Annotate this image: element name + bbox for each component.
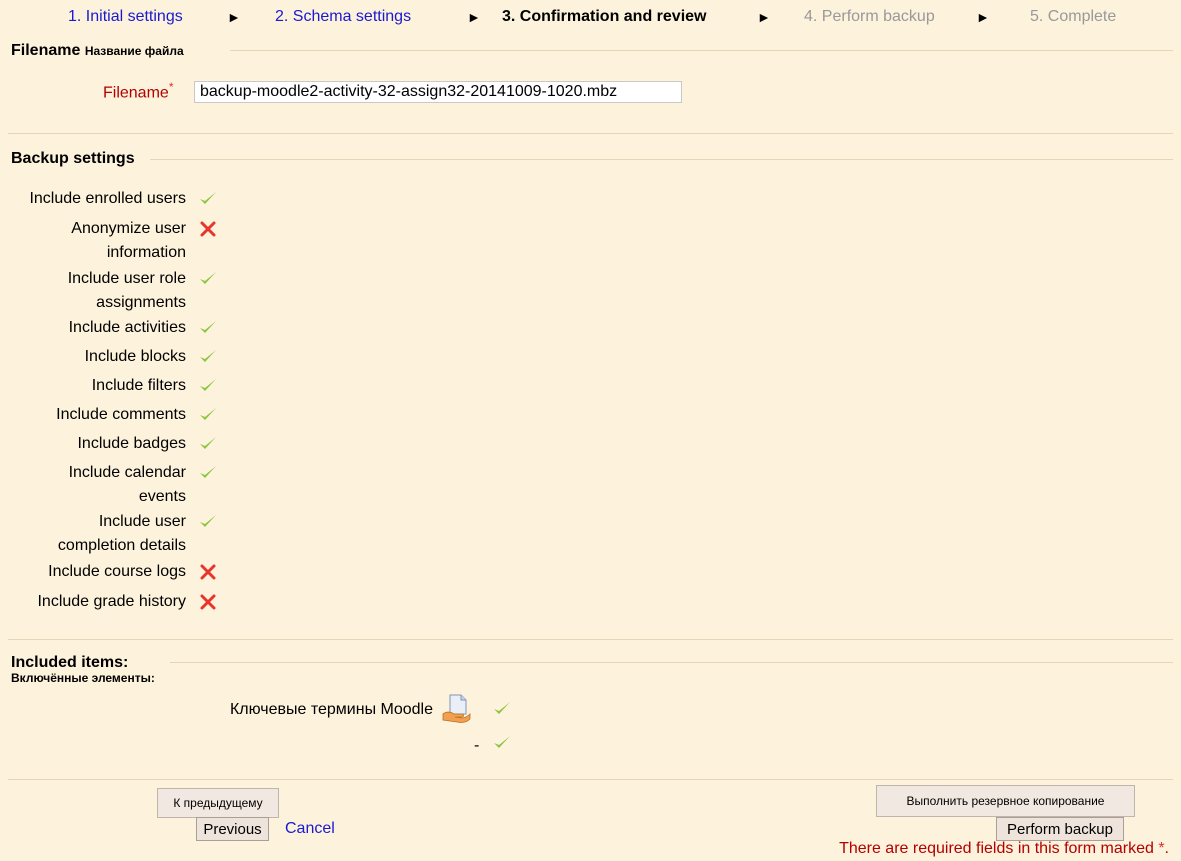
check-icon bbox=[200, 408, 216, 420]
backup-settings-legend: Backup settings bbox=[11, 150, 135, 167]
backup-setting-label-line: Include user bbox=[98, 513, 186, 530]
previous-button[interactable]: Previous bbox=[196, 817, 269, 841]
perform-backup-ru-button[interactable]: Выполнить резервное копирование bbox=[876, 785, 1135, 817]
backup-setting-label: Include activities bbox=[0, 316, 186, 340]
included-items-legend: Included items: bbox=[11, 654, 129, 671]
cross-icon bbox=[200, 594, 216, 610]
check-icon bbox=[494, 702, 510, 714]
backup-setting-label-line: Include badges bbox=[77, 435, 186, 452]
required-marker: * bbox=[168, 80, 174, 94]
filename-legend: Filename Название файла bbox=[11, 42, 184, 59]
filename-legend-sub: Название файла bbox=[84, 44, 184, 58]
backup-setting-label: Include badges bbox=[0, 432, 186, 456]
step-separator-arrow: ► bbox=[757, 9, 771, 25]
backup-setting-label-line: Include activities bbox=[68, 319, 186, 336]
backup-setting-label: Anonymize user information bbox=[0, 217, 186, 265]
check-icon bbox=[200, 192, 216, 204]
step-perform-backup: 4. Perform backup bbox=[804, 8, 935, 25]
backup-setting-label: Include grade history bbox=[0, 590, 186, 614]
divider bbox=[8, 133, 1173, 134]
backup-setting-label-line: Include filters bbox=[91, 377, 186, 394]
backup-setting-label-line: Include user role bbox=[67, 270, 186, 287]
backup-setting-label-line: information bbox=[106, 244, 186, 261]
document-hand-icon bbox=[442, 694, 471, 723]
divider bbox=[170, 662, 1173, 663]
check-icon bbox=[494, 736, 510, 748]
backup-setting-label-line: completion details bbox=[57, 537, 186, 554]
backup-setting-label: Include enrolled users bbox=[0, 187, 186, 211]
check-icon bbox=[200, 437, 216, 449]
step-separator-arrow: ► bbox=[467, 9, 481, 25]
backup-setting-label-line: Include enrolled users bbox=[29, 190, 186, 207]
check-icon bbox=[200, 272, 216, 284]
step-separator-arrow: ► bbox=[976, 9, 990, 25]
check-icon bbox=[200, 321, 216, 333]
cross-icon bbox=[200, 221, 216, 237]
check-icon bbox=[200, 350, 216, 362]
backup-setting-label: Include user completion details bbox=[0, 510, 186, 558]
filename-label: Filename* bbox=[103, 80, 174, 102]
check-icon bbox=[200, 466, 216, 478]
divider bbox=[230, 50, 1173, 51]
previous-ru-button[interactable]: К предыдущему bbox=[157, 788, 279, 818]
backup-setting-label-line: events bbox=[138, 488, 186, 505]
backup-setting-label-line: Include calendar bbox=[68, 464, 186, 481]
step-separator-arrow: ► bbox=[227, 9, 241, 25]
divider bbox=[8, 779, 1173, 780]
step-schema-settings[interactable]: 2. Schema settings bbox=[275, 6, 411, 28]
backup-setting-label: Include user role assignments bbox=[0, 267, 186, 315]
backup-setting-label: Include course logs bbox=[0, 560, 186, 584]
backup-setting-label-line: Anonymize user bbox=[71, 220, 186, 237]
cross-icon bbox=[200, 564, 216, 580]
backup-setting-label: Include comments bbox=[0, 403, 186, 427]
backup-setting-label-line: Include grade history bbox=[37, 593, 186, 610]
check-icon bbox=[200, 515, 216, 527]
divider bbox=[150, 159, 1173, 160]
included-item-label: Ключевые термины Moodle bbox=[229, 701, 433, 718]
backup-setting-label: Include blocks bbox=[0, 345, 186, 369]
required-fields-note: There are required fields in this form m… bbox=[839, 840, 1169, 857]
step-confirmation-review: 3. Confirmation and review bbox=[502, 8, 707, 25]
backup-setting-label-line: Include comments bbox=[56, 406, 186, 423]
perform-backup-button[interactable]: Perform backup bbox=[996, 817, 1124, 841]
backup-setting-label-line: Include blocks bbox=[84, 348, 186, 365]
backup-setting-label: Include calendar events bbox=[0, 461, 186, 509]
divider bbox=[8, 639, 1173, 640]
step-complete: 5. Complete bbox=[1030, 8, 1117, 25]
included-item-label: - bbox=[474, 737, 480, 754]
backup-setting-label-line: Include course logs bbox=[48, 563, 186, 580]
filename-input[interactable] bbox=[194, 81, 682, 103]
step-initial-settings[interactable]: 1. Initial settings bbox=[68, 6, 183, 28]
backup-setting-label: Include filters bbox=[0, 374, 186, 398]
check-icon bbox=[200, 379, 216, 391]
backup-setting-label-line: assignments bbox=[96, 294, 186, 311]
cancel-link[interactable]: Cancel bbox=[285, 820, 335, 838]
included-items-legend-sub: Включённые элементы: bbox=[11, 671, 155, 685]
